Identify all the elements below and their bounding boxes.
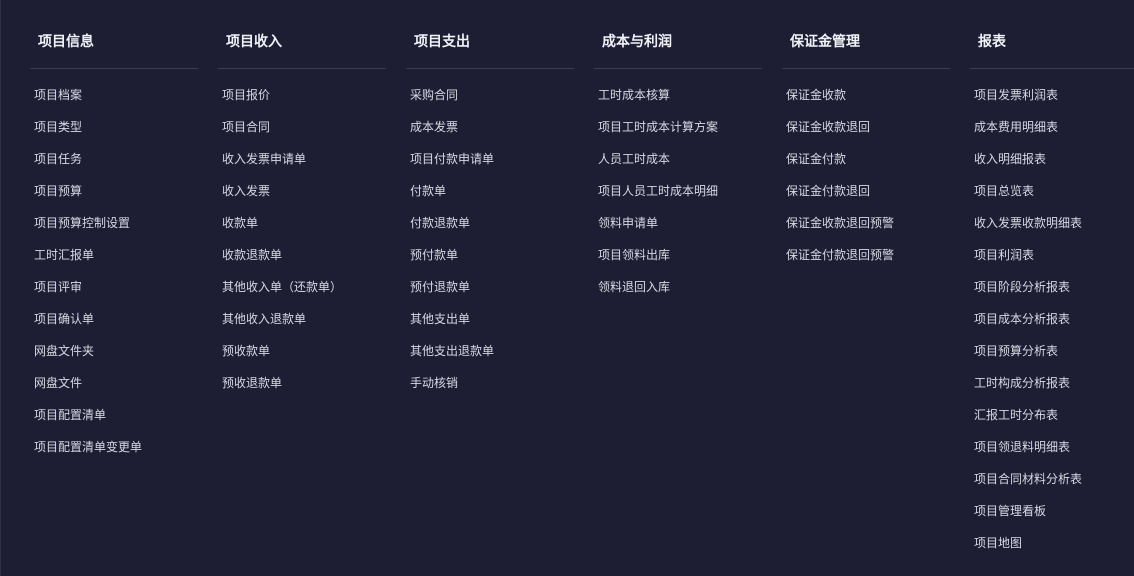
menu-item[interactable]: 项目预算: [34, 181, 194, 213]
menu-item[interactable]: 项目领退料明细表: [974, 437, 1134, 469]
menu-item[interactable]: 项目合同: [222, 117, 382, 149]
menu-item[interactable]: 其他收入退款单: [222, 309, 382, 341]
menu-item[interactable]: 项目确认单: [34, 309, 194, 341]
menu-item[interactable]: 保证金收款退回: [786, 117, 946, 149]
menu-item[interactable]: 项目领料出库: [598, 245, 758, 277]
column-title[interactable]: 成本与利润: [602, 32, 672, 52]
menu-item[interactable]: 其他收入单（还款单）: [222, 277, 382, 309]
menu-item[interactable]: 项目合同材料分析表: [974, 469, 1134, 501]
column-divider: [406, 68, 574, 69]
column-title[interactable]: 保证金管理: [790, 32, 860, 52]
menu-item[interactable]: 项目人员工时成本明细: [598, 181, 758, 213]
column-title[interactable]: 项目支出: [414, 32, 470, 52]
menu-item[interactable]: 预收款单: [222, 341, 382, 373]
menu-item[interactable]: 付款退款单: [410, 213, 570, 245]
menu-item[interactable]: 预付退款单: [410, 277, 570, 309]
menu-item[interactable]: 保证金付款退回: [786, 181, 946, 213]
menu-list: 项目报价 项目合同 收入发票申请单 收入发票 收款单 收款退款单 其他收入单（还款单） 其他收…: [222, 85, 382, 405]
menu-item[interactable]: 保证金付款: [786, 149, 946, 181]
menu-item[interactable]: 手动核销: [410, 373, 570, 405]
column-divider: [594, 68, 762, 69]
column-divider: [30, 68, 198, 69]
menu-item[interactable]: 项目利润表: [974, 245, 1134, 277]
menu-item[interactable]: 项目配置清单: [34, 405, 194, 437]
mega-menu: 项目信息 项目档案 项目类型 项目任务 项目预算 项目预算控制设置 工时汇报单 项目评审 项目…: [0, 0, 1134, 576]
menu-item[interactable]: 其他支出退款单: [410, 341, 570, 373]
menu-list: 保证金收款 保证金收款退回 保证金付款 保证金付款退回 保证金收款退回预警 保证金付款退回…: [786, 85, 946, 277]
column-divider: [218, 68, 386, 69]
menu-item[interactable]: 预收退款单: [222, 373, 382, 405]
menu-item[interactable]: 采购合同: [410, 85, 570, 117]
menu-item[interactable]: 保证金付款退回预警: [786, 245, 946, 277]
column-title[interactable]: 项目收入: [226, 32, 282, 52]
menu-item[interactable]: 其他支出单: [410, 309, 570, 341]
column-title[interactable]: 项目信息: [38, 32, 94, 52]
menu-list: 项目发票利润表 成本费用明细表 收入明细报表 项目总览表 收入发票收款明细表 项目利润表项…: [974, 85, 1134, 565]
menu-item[interactable]: 汇报工时分布表: [974, 405, 1134, 437]
menu-item[interactable]: 收入发票申请单: [222, 149, 382, 181]
menu-item[interactable]: 工时汇报单: [34, 245, 194, 277]
menu-item[interactable]: 领料申请单: [598, 213, 758, 245]
menu-item[interactable]: 项目预算分析表: [974, 341, 1134, 373]
menu-item[interactable]: 保证金收款退回预警: [786, 213, 946, 245]
menu-item[interactable]: 项目地图: [974, 533, 1134, 565]
menu-item[interactable]: 项目总览表: [974, 181, 1134, 213]
menu-list: 采购合同 成本发票 项目付款申请单 付款单 付款退款单 预付款单 预付退款单 其他支出单 其他支…: [410, 85, 570, 405]
menu-left-edge: [0, 0, 1, 576]
menu-item[interactable]: 项目付款申请单: [410, 149, 570, 181]
menu-item[interactable]: 项目发票利润表: [974, 85, 1134, 117]
menu-item[interactable]: 项目类型: [34, 117, 194, 149]
menu-item[interactable]: 工时成本核算: [598, 85, 758, 117]
menu-list: 项目档案 项目类型 项目任务 项目预算 项目预算控制设置 工时汇报单 项目评审 项目确认单 网盘…: [34, 85, 194, 469]
menu-item[interactable]: 付款单: [410, 181, 570, 213]
menu-item[interactable]: 保证金收款: [786, 85, 946, 117]
menu-item[interactable]: 人员工时成本: [598, 149, 758, 181]
menu-item[interactable]: 收款退款单: [222, 245, 382, 277]
menu-item[interactable]: 预付款单: [410, 245, 570, 277]
menu-item[interactable]: 项目工时成本计算方案: [598, 117, 758, 149]
menu-item[interactable]: 项目预算控制设置: [34, 213, 194, 245]
menu-item[interactable]: 项目配置清单变更单: [34, 437, 194, 469]
menu-item[interactable]: 领料退回入库: [598, 277, 758, 309]
menu-item[interactable]: 项目档案: [34, 85, 194, 117]
column-title[interactable]: 报表: [978, 32, 1006, 52]
menu-item[interactable]: 项目评审: [34, 277, 194, 309]
menu-item[interactable]: 项目阶段分析报表: [974, 277, 1134, 309]
menu-item[interactable]: 项目报价: [222, 85, 382, 117]
menu-item[interactable]: 网盘文件: [34, 373, 194, 405]
menu-item[interactable]: 收入发票收款明细表: [974, 213, 1134, 245]
column-divider: [970, 68, 1134, 69]
menu-item[interactable]: 网盘文件夹: [34, 341, 194, 373]
menu-item[interactable]: 项目管理看板: [974, 501, 1134, 533]
menu-list: 工时成本核算 项目工时成本计算方案 人员工时成本 项目人员工时成本明细 领料申请单 项目领…: [598, 85, 758, 309]
menu-item[interactable]: 成本费用明细表: [974, 117, 1134, 149]
menu-item[interactable]: 收款单: [222, 213, 382, 245]
menu-item[interactable]: 成本发票: [410, 117, 570, 149]
menu-item[interactable]: 项目任务: [34, 149, 194, 181]
column-divider: [782, 68, 950, 69]
menu-item[interactable]: 收入发票: [222, 181, 382, 213]
menu-item[interactable]: 项目成本分析报表: [974, 309, 1134, 341]
menu-item[interactable]: 工时构成分析报表: [974, 373, 1134, 405]
menu-item[interactable]: 收入明细报表: [974, 149, 1134, 181]
